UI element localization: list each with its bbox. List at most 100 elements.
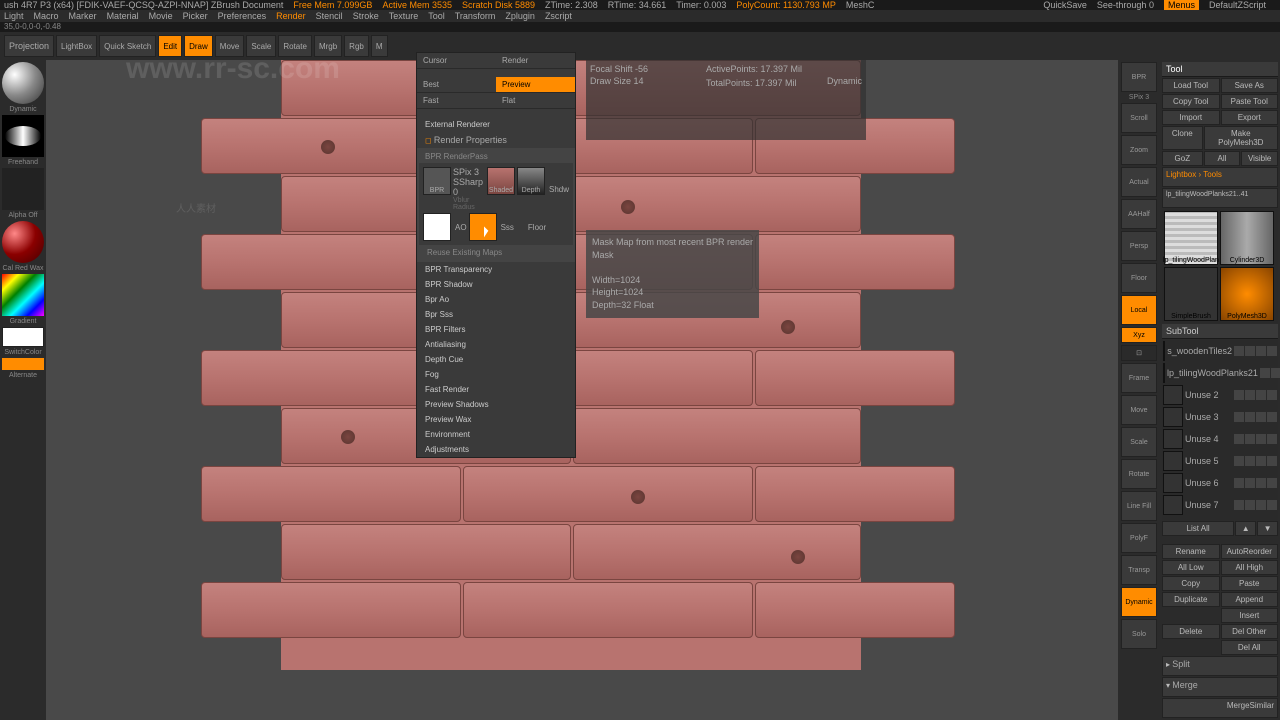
render-button[interactable]: Render xyxy=(496,53,575,68)
mask-swatch[interactable] xyxy=(469,213,497,241)
list-all-button[interactable]: List All xyxy=(1162,521,1234,536)
ao-swatch[interactable] xyxy=(423,213,451,241)
actual-icon[interactable]: Actual xyxy=(1121,167,1157,197)
subtool-row[interactable]: Unuse 2 xyxy=(1162,384,1278,406)
color-picker[interactable] xyxy=(2,274,44,316)
render-menu-item[interactable]: Bpr Ao xyxy=(417,292,575,307)
draw-button[interactable]: Draw xyxy=(184,35,213,57)
render-menu-item[interactable]: BPR Shadow xyxy=(417,277,575,292)
merge-section[interactable]: ▾ Merge xyxy=(1162,677,1278,697)
material-swatch[interactable] xyxy=(2,221,44,263)
bpr-button[interactable]: BPR xyxy=(423,167,451,195)
autoreorder-button[interactable]: AutoReorder xyxy=(1221,544,1279,559)
paste-tool-button[interactable]: Paste Tool xyxy=(1221,94,1279,109)
floor-icon[interactable]: Floor xyxy=(1121,263,1157,293)
export-button[interactable]: Export xyxy=(1221,110,1279,125)
tool-thumb[interactable]: lp_tilingWoodPlan xyxy=(1164,211,1218,265)
transp-icon[interactable]: Transp xyxy=(1121,555,1157,585)
menu-tool[interactable]: Tool xyxy=(428,11,445,21)
aahalf-icon[interactable]: AAHalf xyxy=(1121,199,1157,229)
copy-tool-button[interactable]: Copy Tool xyxy=(1162,94,1220,109)
move-button[interactable]: Move xyxy=(215,35,245,57)
paste-subtool-button[interactable]: Paste xyxy=(1221,576,1279,591)
rotate-icon[interactable]: Rotate xyxy=(1121,459,1157,489)
quick-sketch-button[interactable]: Quick Sketch xyxy=(99,35,156,57)
rename-button[interactable]: Rename xyxy=(1162,544,1220,559)
menu-texture[interactable]: Texture xyxy=(389,11,419,21)
depth-swatch[interactable]: Depth xyxy=(517,167,545,195)
rgb-button[interactable]: Rgb xyxy=(344,35,369,57)
persp-icon[interactable]: Persp xyxy=(1121,231,1157,261)
subtool-row[interactable]: Unuse 5 xyxy=(1162,450,1278,472)
lightbox-button[interactable]: LightBox xyxy=(56,35,97,57)
cursor-button[interactable]: Cursor xyxy=(417,53,496,68)
scale-button[interactable]: Scale xyxy=(246,35,276,57)
local-icon[interactable]: Local xyxy=(1121,295,1157,325)
rotate-button[interactable]: Rotate xyxy=(278,35,312,57)
append-button[interactable]: Append xyxy=(1221,592,1279,607)
menu-marker[interactable]: Marker xyxy=(69,11,97,21)
frame-icon[interactable]: Frame xyxy=(1121,363,1157,393)
render-menu-item[interactable]: Bpr Sss xyxy=(417,307,575,322)
scroll-icon[interactable]: Scroll xyxy=(1121,103,1157,133)
insert-button[interactable]: Insert xyxy=(1221,608,1279,623)
all-button[interactable]: All xyxy=(1204,151,1241,166)
preview-button[interactable]: Preview xyxy=(496,77,575,92)
merge-similar-button[interactable]: MergeSimilar xyxy=(1162,698,1278,718)
delete-button[interactable]: Delete xyxy=(1162,624,1220,639)
menu-movie[interactable]: Movie xyxy=(149,11,173,21)
tool-thumb[interactable]: SimpleBrush xyxy=(1164,267,1218,321)
dynamic-icon[interactable]: Dynamic xyxy=(1121,587,1157,617)
menu-preferences[interactable]: Preferences xyxy=(218,11,267,21)
render-menu-item[interactable]: Environment xyxy=(417,427,575,442)
render-menu-item[interactable]: Antialiasing xyxy=(417,337,575,352)
stroke-swatch[interactable] xyxy=(2,115,44,157)
render-menu-item[interactable]: Adjustments xyxy=(417,442,575,457)
tool-header[interactable]: Tool xyxy=(1162,62,1278,77)
render-menu-item[interactable]: BPR Filters xyxy=(417,322,575,337)
scale-icon[interactable]: Scale xyxy=(1121,427,1157,457)
all-low-button[interactable]: All Low xyxy=(1162,560,1220,575)
best-button[interactable]: Best xyxy=(417,77,496,92)
split-section[interactable]: ▸ Split xyxy=(1162,656,1278,676)
move-icon[interactable]: Move xyxy=(1121,395,1157,425)
visible-button[interactable]: Visible xyxy=(1241,151,1278,166)
import-button[interactable]: Import xyxy=(1162,110,1220,125)
goz-button[interactable]: GoZ xyxy=(1162,151,1203,166)
menu-picker[interactable]: Picker xyxy=(183,11,208,21)
menus-button[interactable]: Menus xyxy=(1164,0,1199,10)
alternate-button[interactable] xyxy=(2,358,44,370)
reuse-maps[interactable]: Reuse Existing Maps xyxy=(419,245,573,260)
save-as-button[interactable]: Save As xyxy=(1221,78,1279,93)
flat-button[interactable]: Flat xyxy=(496,93,575,108)
solo-icon[interactable]: Solo xyxy=(1121,619,1157,649)
subtool-header[interactable]: SubTool xyxy=(1162,324,1278,339)
render-properties[interactable]: ◻ Render Properties xyxy=(417,132,575,148)
menu-render[interactable]: Render xyxy=(276,11,306,21)
subtool-row[interactable]: Unuse 4 xyxy=(1162,428,1278,450)
menu-stroke[interactable]: Stroke xyxy=(353,11,379,21)
render-menu-item[interactable]: BPR Transparency xyxy=(417,262,575,277)
menu-zscript[interactable]: Zscript xyxy=(545,11,572,21)
del-other-button[interactable]: Del Other xyxy=(1221,624,1279,639)
alpha-swatch[interactable] xyxy=(2,168,44,210)
menu-transform[interactable]: Transform xyxy=(455,11,496,21)
polyf-icon[interactable]: PolyF xyxy=(1121,523,1157,553)
brush-swatch[interactable] xyxy=(2,62,44,104)
lightbox-tools[interactable]: Lightbox › Tools xyxy=(1162,167,1278,187)
load-tool-button[interactable]: Load Tool xyxy=(1162,78,1220,93)
subtool-row[interactable]: Unuse 6 xyxy=(1162,472,1278,494)
del-all-button[interactable]: Del All xyxy=(1221,640,1279,655)
fast-button[interactable]: Fast xyxy=(417,93,496,108)
shaded-swatch[interactable]: Shaded xyxy=(487,167,515,195)
external-renderer[interactable]: External Renderer xyxy=(417,117,575,132)
mrgb-button[interactable]: Mrgb xyxy=(314,35,342,57)
menu-light[interactable]: Light xyxy=(4,11,24,21)
copy-subtool-button[interactable]: Copy xyxy=(1162,576,1220,591)
linefill-icon[interactable]: Line Fill xyxy=(1121,491,1157,521)
subtool-row[interactable]: Unuse 3 xyxy=(1162,406,1278,428)
render-menu-item[interactable]: Fog xyxy=(417,367,575,382)
xyz-icon[interactable]: Xyz xyxy=(1121,327,1157,343)
menu-zplugin[interactable]: Zplugin xyxy=(505,11,535,21)
subtool-row[interactable]: Unuse 7 xyxy=(1162,494,1278,516)
